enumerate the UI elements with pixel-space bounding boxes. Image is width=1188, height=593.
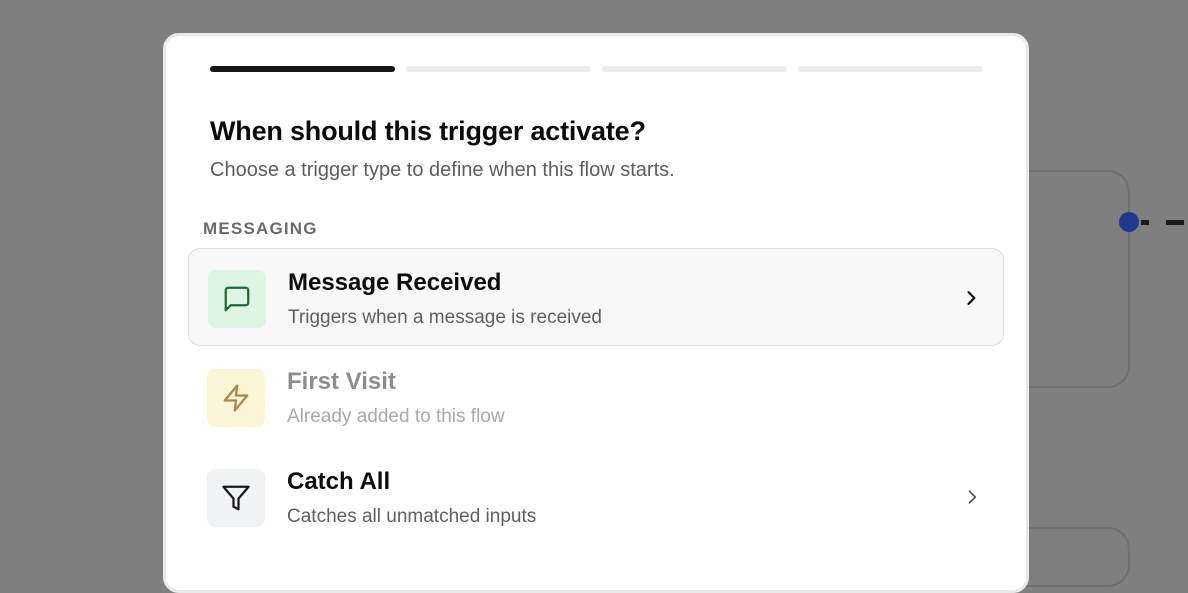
trigger-type-modal: When should this trigger activate? Choos… [163,33,1029,593]
option-title: Message Received [288,269,502,296]
progress-step-1 [210,66,395,72]
filter-icon [207,469,265,527]
trigger-option-first-visit: First Visit Already added to this flow [188,348,1004,446]
message-square-icon [208,270,266,328]
flow-edge-segment [1141,220,1149,225]
flow-edge-segment [1166,220,1184,225]
progress-step-3 [602,66,787,72]
chevron-right-icon [968,490,977,504]
progress-step-4 [798,66,983,72]
modal-subtitle: Choose a trigger type to define when thi… [210,159,675,181]
chevron-right-icon [967,291,976,305]
option-title: Catch All [287,468,391,495]
option-title: First Visit [287,368,396,395]
trigger-option-message-received[interactable]: Message Received Triggers when a message… [188,248,1004,346]
option-description: Triggers when a message is received [288,307,602,328]
option-description: Already added to this flow [287,406,505,427]
option-description: Catches all unmatched inputs [287,506,537,527]
zap-icon [207,369,265,427]
step-progress-bar [210,66,983,72]
trigger-option-catch-all[interactable]: Catch All Catches all unmatched inputs [188,448,1004,546]
modal-title: When should this trigger activate? [210,116,646,146]
section-label-messaging: MESSAGING [203,219,318,238]
progress-step-2 [406,66,591,72]
node-connection-handle [1119,212,1139,232]
